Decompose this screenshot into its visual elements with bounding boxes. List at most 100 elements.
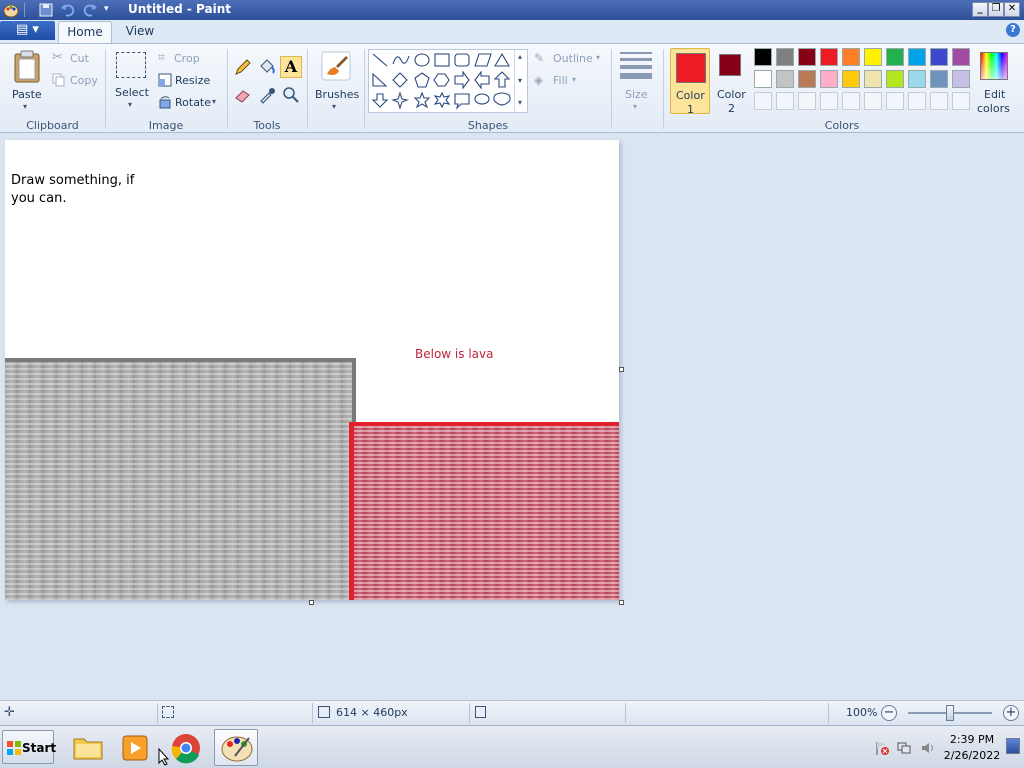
edit-colors-button[interactable]: Edit colors [976,48,1016,115]
taskbar-media-player[interactable] [114,729,158,766]
palette-color-swatch[interactable] [908,48,926,66]
canvas-resize-handle-right[interactable] [619,367,624,372]
status-separator [828,703,829,723]
start-button[interactable]: Start [2,730,56,764]
scroll-down-icon[interactable]: ▾ [518,76,522,85]
redo-icon[interactable] [82,2,98,18]
copy-label: Copy [70,74,98,87]
save-icon[interactable] [38,2,54,18]
undo-icon[interactable] [60,2,76,18]
zoom-out-button[interactable]: − [881,705,897,721]
palette-color-swatch[interactable] [820,70,838,88]
media-player-icon [122,735,148,761]
paint-app-icon[interactable] [3,2,19,18]
palette-color-swatch[interactable] [952,48,970,66]
scroll-up-icon[interactable]: ▴ [518,52,522,61]
copy-button[interactable]: Copy [52,72,102,90]
magnifier-tool[interactable] [280,84,302,106]
palette-color-swatch[interactable] [930,48,948,66]
taskbar-file-explorer[interactable] [66,729,110,766]
group-separator [105,49,106,129]
palette-custom-swatch[interactable] [930,92,948,110]
brushes-button[interactable]: Brushes ▾ [312,50,360,114]
palette-color-swatch[interactable] [930,70,948,88]
color-palette [754,48,974,114]
colors-group-label: Colors [824,119,860,132]
zoom-in-button[interactable]: + [1003,705,1019,721]
palette-color-swatch[interactable] [842,70,860,88]
palette-custom-swatch[interactable] [952,92,970,110]
palette-custom-swatch[interactable] [776,92,794,110]
rotate-button[interactable]: Rotate ▾ [158,94,222,112]
taskbar-paint[interactable] [214,729,258,766]
text-icon: A [284,57,298,76]
palette-color-swatch[interactable] [952,70,970,88]
text-tool[interactable]: A [280,56,302,78]
palette-color-swatch[interactable] [864,48,882,66]
volume-icon[interactable] [920,740,936,759]
palette-custom-swatch[interactable] [754,92,772,110]
pencil-tool[interactable] [232,56,254,78]
select-button[interactable]: Select ▾ [112,50,150,114]
network-icon[interactable] [896,740,912,759]
edit-colors-label-line2: colors [977,102,1010,115]
palette-custom-swatch[interactable] [798,92,816,110]
outline-pencil-icon: ✎ [534,51,545,65]
palette-color-swatch[interactable] [798,70,816,88]
title-bar: ▾ Untitled - Paint _ ❐ ✕ [0,0,1024,20]
paste-button[interactable]: Paste ▾ [8,48,46,112]
drawing-canvas[interactable]: Draw something, if you can. Below is lav… [5,140,619,600]
tab-view[interactable]: View [118,21,162,43]
help-icon[interactable]: ? [1006,23,1020,37]
palette-color-swatch[interactable] [864,70,882,88]
palette-color-swatch[interactable] [820,48,838,66]
palette-color-swatch[interactable] [886,70,904,88]
fill-button[interactable]: ◈ Fill ▾ [534,72,594,90]
action-center-flag-icon[interactable] [874,740,890,759]
palette-custom-swatch[interactable] [886,92,904,110]
color1-button[interactable]: Color 1 [670,48,710,116]
shapes-scroll[interactable]: ▴ ▾ ▾ [514,50,526,112]
palette-color-swatch[interactable] [908,70,926,88]
palette-color-swatch[interactable] [776,48,794,66]
minimize-button[interactable]: _ [972,2,988,17]
color2-button[interactable]: Color 2 [714,48,748,115]
show-desktop-icon[interactable] [1006,738,1020,754]
resize-button[interactable]: Resize [158,72,218,90]
palette-custom-swatch[interactable] [842,92,860,110]
palette-custom-swatch[interactable] [864,92,882,110]
size-button[interactable]: Size ▾ [616,48,656,112]
color-picker-tool[interactable] [256,84,278,106]
palette-color-swatch[interactable] [798,48,816,66]
gallery-expand-icon[interactable]: ▾ [518,98,522,107]
fill-tool[interactable] [256,56,278,78]
folder-icon [73,738,103,760]
palette-color-swatch[interactable] [886,48,904,66]
restore-button[interactable]: ❐ [988,2,1004,17]
crop-button[interactable]: ⌗ Crop [158,50,218,68]
palette-custom-swatch[interactable] [908,92,926,110]
outline-button[interactable]: ✎ Outline ▾ [534,50,606,68]
palette-color-swatch[interactable] [842,48,860,66]
select-rectangle-icon [116,52,146,78]
close-button[interactable]: ✕ [1004,2,1020,17]
palette-color-swatch[interactable] [754,48,772,66]
canvas-resize-handle-bottom[interactable] [309,600,314,605]
customize-quick-access-icon[interactable]: ▾ [104,4,109,14]
palette-color-swatch[interactable] [776,70,794,88]
zoom-slider-thumb[interactable] [946,705,954,721]
shapes-gallery[interactable] [368,49,528,113]
cut-button[interactable]: ✂ Cut [52,50,102,68]
cursor-position-icon: ✛ [4,705,15,720]
palette-color-swatch[interactable] [754,70,772,88]
canvas-workspace[interactable]: Draw something, if you can. Below is lav… [0,134,1024,698]
palette-custom-swatch[interactable] [820,92,838,110]
taskbar-chrome[interactable] [164,729,208,766]
fill-bucket-icon: ◈ [534,73,544,87]
clock-time[interactable]: 2:39 PM [942,733,1002,746]
eraser-tool[interactable] [232,84,254,106]
tab-home[interactable]: Home [58,21,112,44]
paint-menu-button[interactable]: ▤ ▾ [0,21,55,40]
clock-date[interactable]: 2/26/2022 [942,749,1002,762]
canvas-resize-handle-corner[interactable] [619,600,624,605]
